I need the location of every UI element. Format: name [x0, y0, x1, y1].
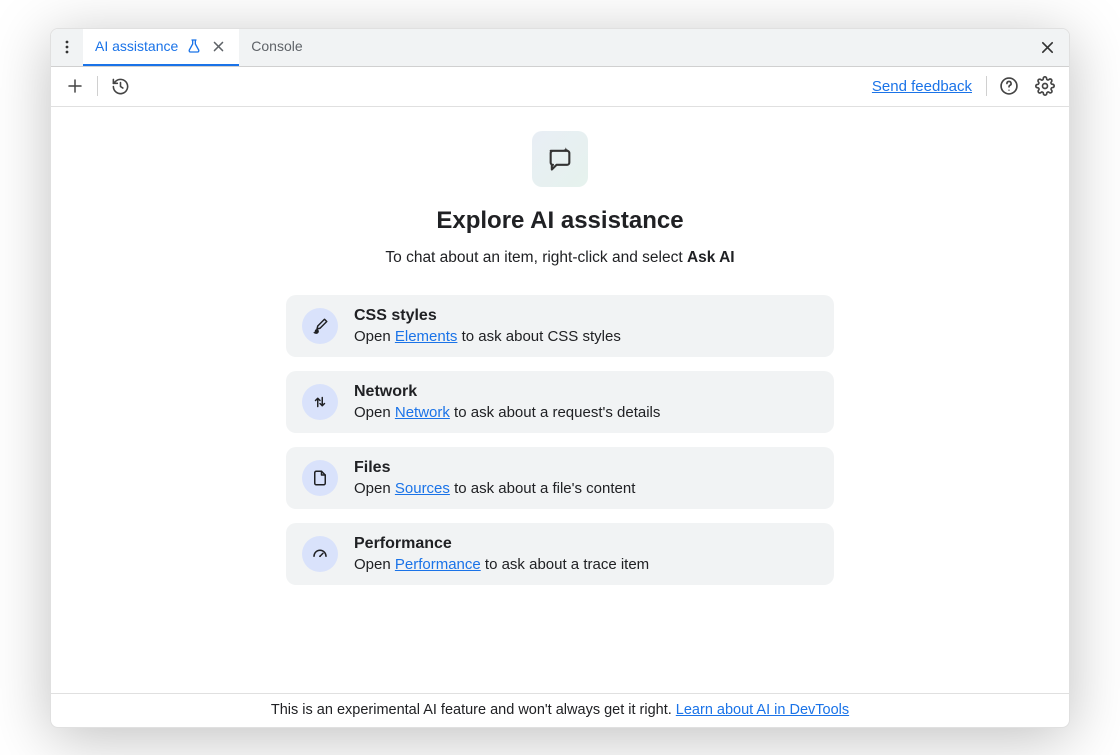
tab-label: Console [251, 38, 302, 54]
network-link[interactable]: Network [395, 404, 450, 421]
devtools-panel: AI assistance Console Send feedback [50, 28, 1070, 728]
learn-more-link[interactable]: Learn about AI in DevTools [676, 702, 849, 718]
tab-bar: AI assistance Console [51, 29, 1069, 67]
history-button[interactable] [106, 72, 134, 100]
footer: This is an experimental AI feature and w… [51, 693, 1069, 727]
settings-button[interactable] [1031, 72, 1059, 100]
close-panel-icon[interactable] [1034, 29, 1061, 66]
card-title: Files [354, 459, 818, 477]
subtitle-text: To chat about an item, right-click and s… [385, 249, 687, 266]
card-network: Network Open Network to ask about a requ… [286, 371, 834, 433]
transfer-icon [302, 384, 338, 420]
main-content: Explore AI assistance To chat about an i… [51, 107, 1069, 693]
new-chat-button[interactable] [61, 72, 89, 100]
subtitle-bold: Ask AI [687, 249, 735, 266]
card-performance: Performance Open Performance to ask abou… [286, 523, 834, 585]
card-css-styles: CSS styles Open Elements to ask about CS… [286, 295, 834, 357]
page-subtitle: To chat about an item, right-click and s… [385, 249, 734, 267]
sources-link[interactable]: Sources [395, 480, 450, 497]
card-files: Files Open Sources to ask about a file's… [286, 447, 834, 509]
card-title: Performance [354, 535, 818, 553]
performance-link[interactable]: Performance [395, 556, 481, 573]
toolbar-divider [97, 76, 98, 96]
kebab-menu-icon[interactable] [51, 29, 83, 66]
card-title: Network [354, 383, 818, 401]
tab-ai-assistance[interactable]: AI assistance [83, 29, 239, 66]
toolbar-divider [986, 76, 987, 96]
brush-icon [302, 308, 338, 344]
footer-text: This is an experimental AI feature and w… [271, 702, 672, 718]
file-icon [302, 460, 338, 496]
send-feedback-link[interactable]: Send feedback [872, 78, 972, 95]
gauge-icon [302, 536, 338, 572]
tab-label: AI assistance [95, 38, 178, 54]
card-title: CSS styles [354, 307, 818, 325]
ai-sparkle-icon [532, 131, 588, 187]
page-title: Explore AI assistance [436, 207, 683, 235]
card-description: Open Sources to ask about a file's conte… [354, 480, 818, 497]
card-description: Open Elements to ask about CSS styles [354, 328, 818, 345]
card-description: Open Performance to ask about a trace it… [354, 556, 818, 573]
close-tab-icon[interactable] [210, 38, 227, 55]
card-description: Open Network to ask about a request's de… [354, 404, 818, 421]
card-list: CSS styles Open Elements to ask about CS… [286, 295, 834, 585]
flask-icon [186, 38, 202, 54]
tab-console[interactable]: Console [239, 29, 314, 66]
help-button[interactable] [995, 72, 1023, 100]
toolbar: Send feedback [51, 67, 1069, 107]
elements-link[interactable]: Elements [395, 328, 458, 345]
